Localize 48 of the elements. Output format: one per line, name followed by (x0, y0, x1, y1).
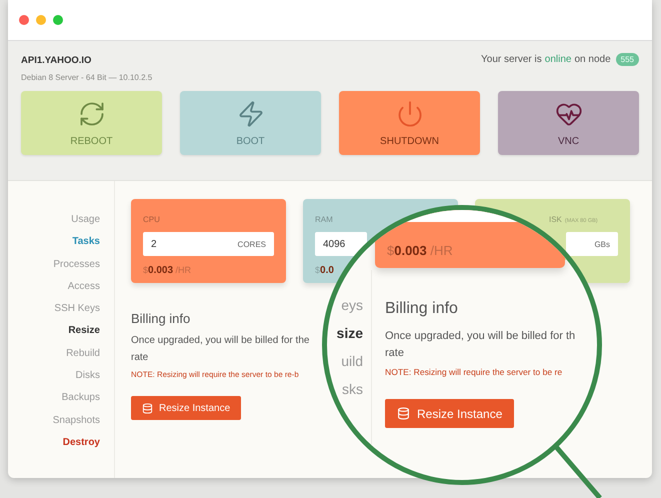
server-name: API1.YAHOO.IO (21, 55, 92, 66)
magnified-note: NOTE: Resizing will require the server to be re (385, 367, 562, 377)
status-value: online (544, 54, 572, 65)
resource-input[interactable]: 2 CORES (143, 232, 274, 256)
magnified-sidebar-item: sks (342, 380, 363, 398)
vnc-button[interactable]: VNC (498, 91, 639, 155)
sidebar-item[interactable]: Disks (76, 369, 100, 384)
resource-price: $0.0 (315, 265, 335, 276)
sidebar-item[interactable]: Access (68, 280, 100, 294)
sidebar-item[interactable]: Destroy (62, 436, 100, 450)
node-badge: 555 (616, 53, 639, 66)
window-minimize-control[interactable] (36, 15, 46, 25)
magnified-billing-text: Once upgraded, you will be billed for th rate (385, 329, 576, 361)
billing-title: Billing info (131, 311, 190, 326)
boot-button[interactable]: BOOT (180, 91, 321, 155)
shutdown-button[interactable]: SHUTDOWN (339, 91, 480, 155)
window-close-control[interactable] (19, 15, 29, 25)
sidebar-item[interactable]: Backups (62, 391, 100, 406)
sidebar-item[interactable]: Resize (68, 324, 100, 338)
boot-icon (236, 100, 264, 128)
resource-label: CPU (143, 215, 160, 225)
magnified-sidebar-item: eys (341, 296, 363, 314)
database-icon (142, 402, 153, 414)
sidebar-item[interactable]: Processes (53, 258, 100, 272)
resource-input[interactable]: GBs (566, 232, 618, 256)
magnified-sidebar-item: size (336, 324, 363, 342)
sidebar-item[interactable]: Snapshots (52, 414, 100, 428)
magnified-resize-button[interactable]: Resize Instance (385, 399, 514, 428)
server-details: Debian 8 Server - 64 Bit — 10.10.2.5 (21, 73, 152, 82)
sidebar-item[interactable]: Rebuild (66, 346, 100, 361)
reboot-icon (78, 100, 106, 128)
resource-label: RAM (315, 215, 333, 225)
resize-instance-button[interactable]: Resize Instance (131, 396, 242, 420)
sidebar-item[interactable]: Tasks (72, 235, 100, 250)
resource-input[interactable]: 4096 (315, 232, 367, 256)
sidebar-item[interactable]: SSH Keys (54, 302, 100, 316)
magnified-billing-title: Billing info (385, 300, 458, 318)
magnified-price: $0.003 /HR (387, 243, 453, 258)
window-zoom-control[interactable] (53, 15, 63, 25)
resource-price: $0.003 /HR (143, 265, 192, 276)
status-text: on node (574, 54, 611, 65)
magnified-sidebar-item: uild (341, 352, 363, 370)
status-text: Your server is (481, 54, 542, 65)
billing-text: Once upgraded, you will be billed for the rate (131, 334, 310, 365)
sidebar-item[interactable]: Usage (71, 213, 100, 227)
shutdown-icon (396, 100, 424, 128)
database-icon (397, 407, 410, 420)
reboot-button[interactable]: REBOOT (21, 91, 162, 155)
